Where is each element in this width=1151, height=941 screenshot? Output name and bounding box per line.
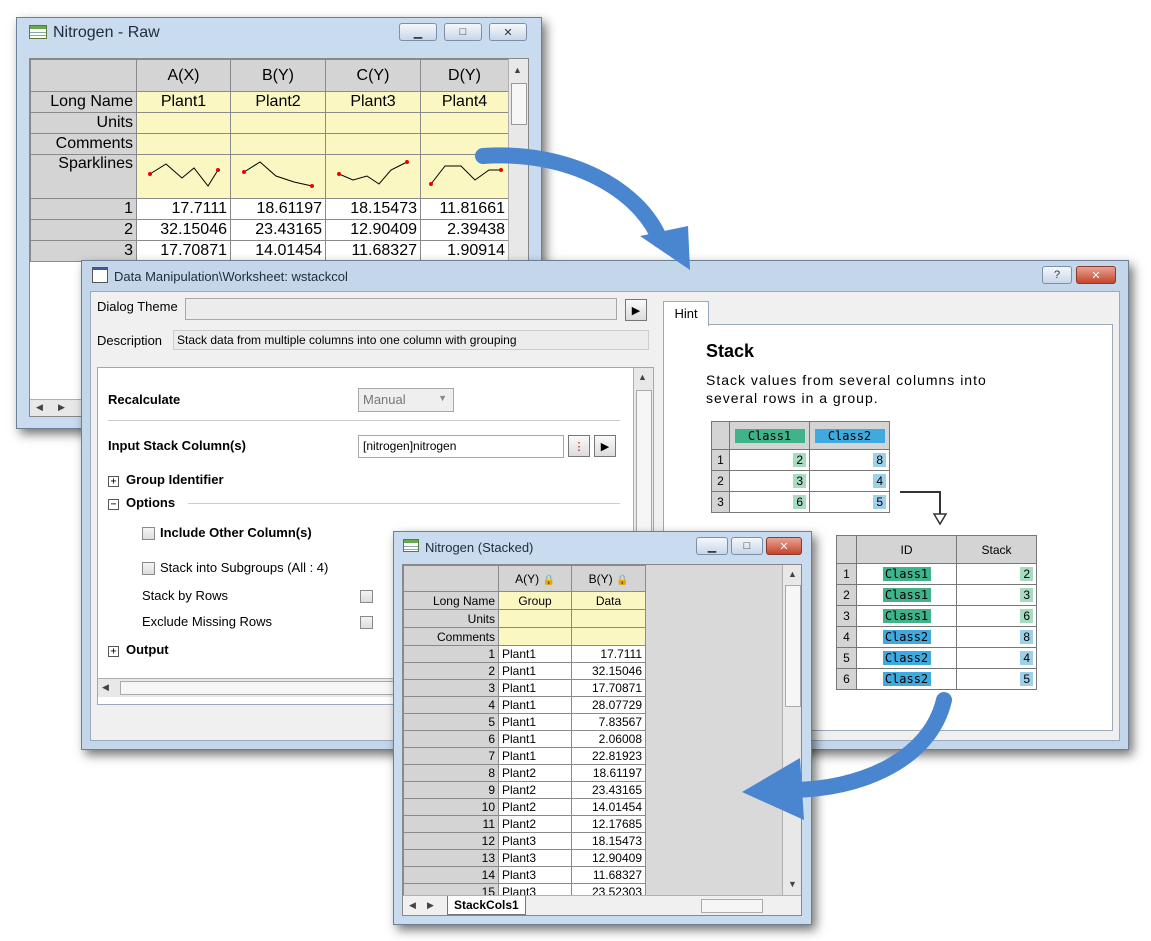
- flow-arrows: [475, 147, 952, 820]
- arrow-head: [640, 226, 690, 270]
- arrow-hint-to-stacked: [782, 692, 952, 798]
- arrow-raw-to-dialog: [475, 147, 668, 248]
- tab-hint[interactable]: Hint: [663, 301, 709, 326]
- arrow-head: [742, 758, 804, 820]
